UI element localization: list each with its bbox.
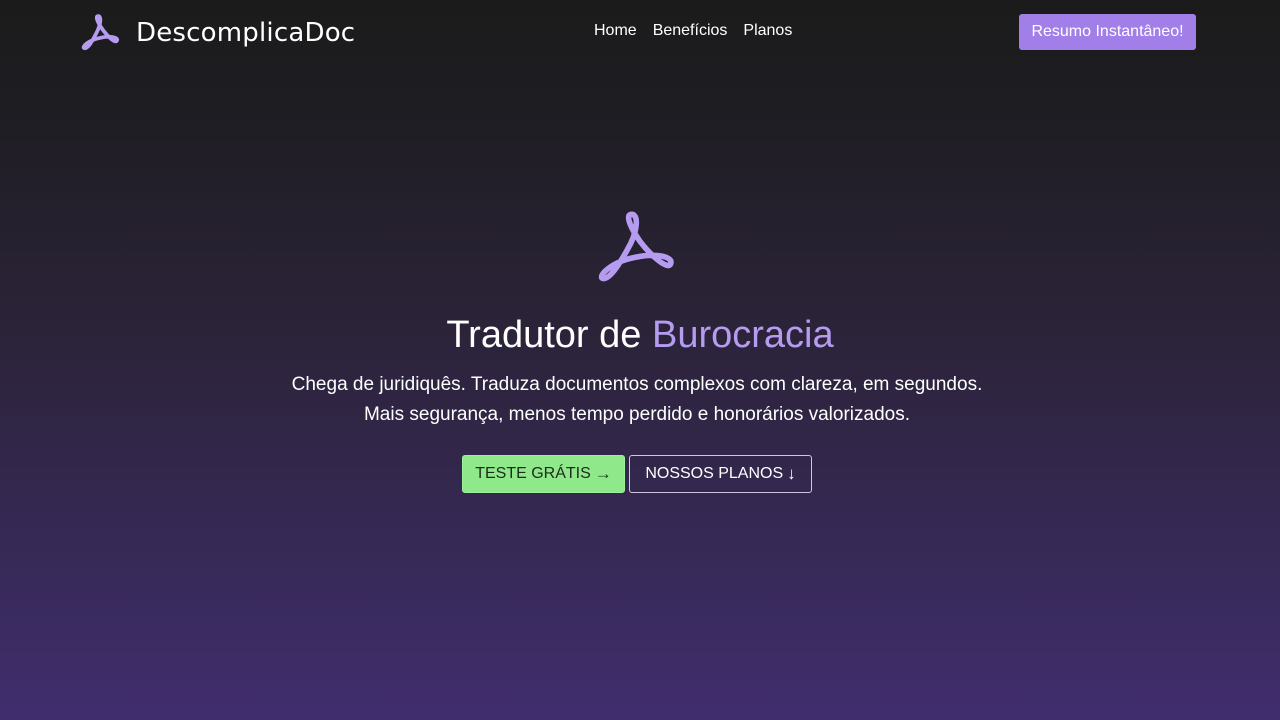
top-navbar: DescomplicaDoc Home Benefícios Planos Re…: [0, 0, 1280, 66]
nav-link-planos[interactable]: Planos: [743, 22, 792, 40]
main-nav: Home Benefícios Planos: [594, 22, 792, 40]
acrobat-pdf-icon: [598, 211, 674, 282]
instant-summary-button[interactable]: Resumo Instantâneo!: [1019, 14, 1196, 50]
hero-title-accent: Burocracia: [651, 314, 834, 356]
free-trial-button[interactable]: TESTE GRÁTIS →: [462, 455, 625, 493]
hero-title: Tradutor de Burocracia: [0, 314, 1280, 357]
free-trial-label: TESTE GRÁTIS: [475, 465, 591, 482]
nav-link-beneficios[interactable]: Benefícios: [653, 22, 728, 40]
hero-subtitle-line-2: Mais segurança, menos tempo perdido e ho…: [363, 404, 911, 425]
arrow-down-icon: ↓: [787, 464, 796, 483]
brand-name: DescomplicaDoc: [136, 18, 356, 48]
acrobat-pdf-icon: [81, 14, 119, 51]
hero-subtitle: Chega de juridiquês. Traduza documentos …: [0, 370, 1274, 430]
arrow-right-icon: →: [594, 464, 612, 483]
hero-button-row: TESTE GRÁTIS → NOSSOS PLANOS ↓: [462, 455, 812, 493]
brand-logo-link[interactable]: DescomplicaDoc: [80, 12, 355, 54]
hero-subtitle-line-1: Chega de juridiquês. Traduza documentos …: [291, 374, 983, 395]
nav-link-home[interactable]: Home: [594, 22, 637, 40]
hero-title-main: Tradutor de: [446, 314, 642, 356]
our-plans-label: NOSSOS PLANOS: [645, 465, 784, 482]
our-plans-button[interactable]: NOSSOS PLANOS ↓: [629, 455, 812, 493]
